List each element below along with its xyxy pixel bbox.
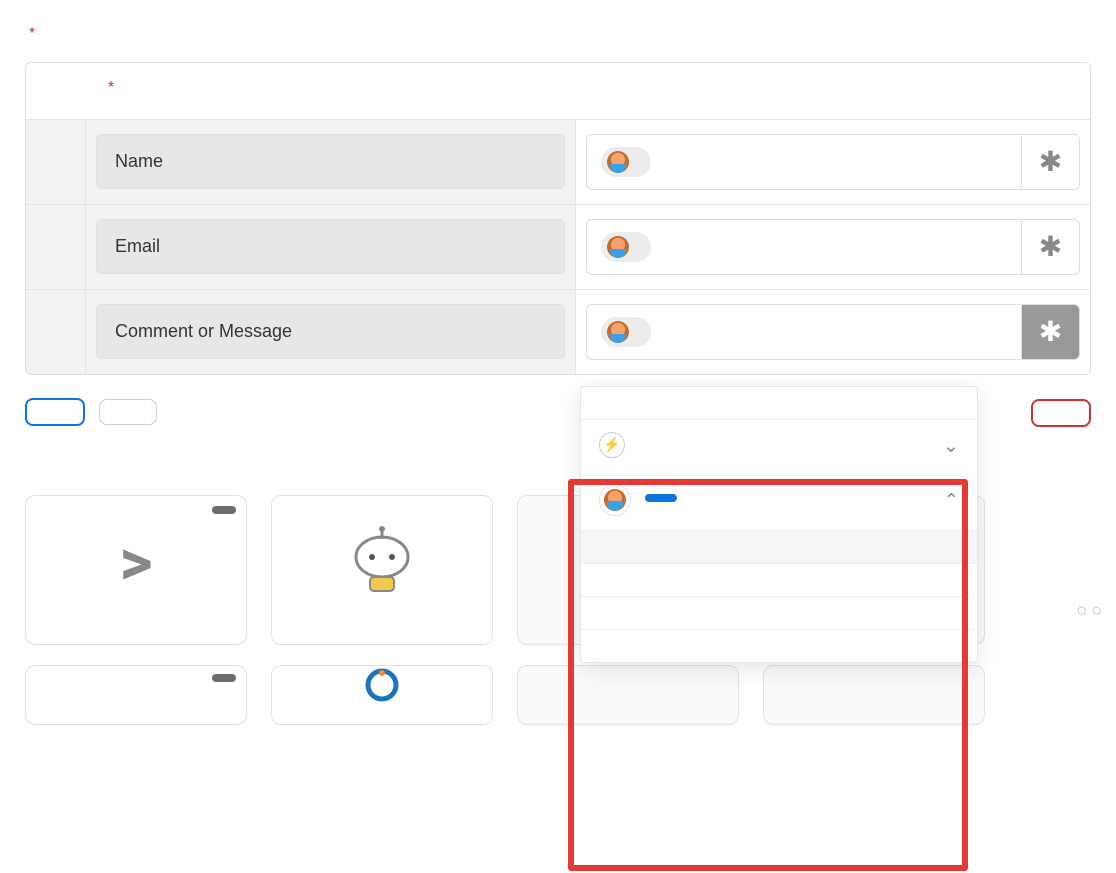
table-row: ✱ bbox=[26, 119, 1090, 204]
table-row: ✱ bbox=[26, 289, 1090, 374]
token-option[interactable] bbox=[581, 563, 977, 596]
token-group-header[interactable]: ⌃ bbox=[581, 470, 977, 530]
column-input[interactable] bbox=[96, 304, 565, 359]
table-header: * bbox=[26, 63, 1090, 119]
row-section-label: * bbox=[25, 25, 1091, 50]
token-picker-button[interactable]: ✱ bbox=[1021, 220, 1079, 274]
column-input[interactable] bbox=[96, 134, 565, 189]
token-group-chip bbox=[645, 494, 677, 502]
not-connected-badge bbox=[212, 674, 236, 682]
automator-icon bbox=[342, 496, 422, 630]
token-search-input[interactable] bbox=[581, 387, 977, 419]
token-option[interactable] bbox=[581, 530, 977, 563]
required-asterisk: * bbox=[108, 79, 114, 95]
integration-card-activecampaign[interactable]: > bbox=[25, 495, 247, 645]
integration-card-placeholder[interactable] bbox=[271, 665, 493, 725]
chevron-up-icon: ⌃ bbox=[944, 490, 959, 511]
header-column: * bbox=[86, 63, 576, 119]
wpforms-icon bbox=[607, 236, 629, 258]
required-asterisk: * bbox=[29, 25, 35, 41]
value-field[interactable] bbox=[587, 135, 1021, 189]
integration-card-automator[interactable] bbox=[271, 495, 493, 645]
integration-card-placeholder[interactable] bbox=[763, 665, 985, 725]
token-pill[interactable] bbox=[601, 317, 651, 347]
header-number bbox=[26, 63, 86, 119]
not-connected-badge bbox=[212, 506, 236, 514]
cancel-button[interactable] bbox=[99, 399, 157, 425]
token-picker-button[interactable]: ✱ bbox=[1021, 135, 1079, 189]
token-picker-button[interactable]: ✱ bbox=[1021, 305, 1079, 359]
get-columns-button[interactable] bbox=[1031, 399, 1091, 427]
value-field[interactable] bbox=[587, 305, 1021, 359]
chevron-down-icon: ⌄ bbox=[943, 434, 959, 457]
integration-card-placeholder[interactable] bbox=[517, 665, 739, 725]
token-option[interactable] bbox=[581, 629, 977, 662]
header-value bbox=[576, 63, 1090, 119]
token-pill[interactable] bbox=[601, 232, 651, 262]
column-input[interactable] bbox=[96, 219, 565, 274]
activecampaign-icon: > bbox=[119, 496, 152, 630]
wpforms-icon bbox=[599, 484, 631, 516]
table-row: ✱ bbox=[26, 204, 1090, 289]
row-mapping-table: * ✱ bbox=[25, 62, 1091, 375]
row-number bbox=[26, 290, 86, 374]
value-field[interactable] bbox=[587, 220, 1021, 274]
token-pill[interactable] bbox=[601, 147, 651, 177]
integration-card-placeholder[interactable] bbox=[25, 665, 247, 725]
save-button[interactable] bbox=[25, 398, 85, 426]
advanced-group[interactable]: ⚡ ⌄ bbox=[581, 419, 977, 470]
token-dropdown: ⚡ ⌄ ⌃ bbox=[580, 386, 978, 663]
token-option[interactable] bbox=[581, 596, 977, 629]
more-icon[interactable]: ○○ bbox=[1076, 600, 1106, 621]
wpforms-icon bbox=[607, 321, 629, 343]
integration-icon bbox=[362, 665, 402, 710]
wpforms-icon bbox=[607, 151, 629, 173]
row-number bbox=[26, 205, 86, 289]
bolt-icon: ⚡ bbox=[599, 432, 625, 458]
row-number bbox=[26, 120, 86, 204]
